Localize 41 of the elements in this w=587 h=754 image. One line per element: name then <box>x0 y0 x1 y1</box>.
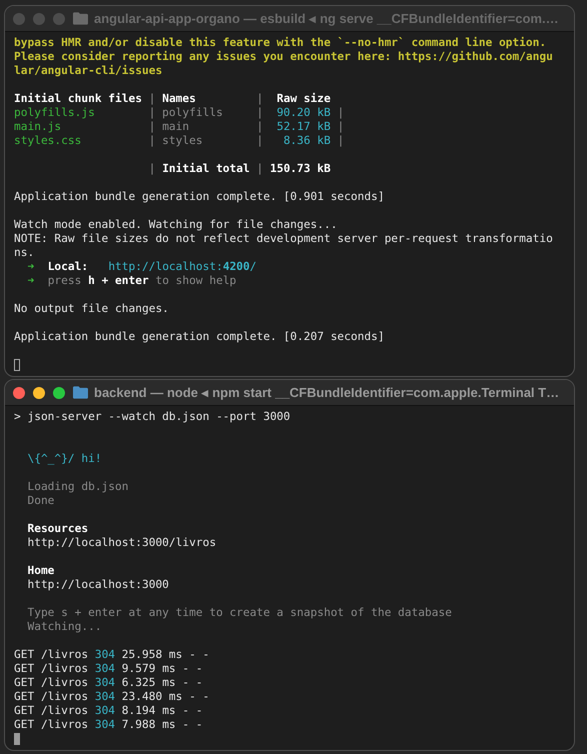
terminal-line: main.js | main | 52.17 kB | <box>14 120 346 134</box>
terminal-line: lar/angular-cli/issues <box>14 64 164 78</box>
terminal-line: http://localhost:3000/livros <box>26 536 218 550</box>
terminal-line: Loading db.json <box>26 480 130 494</box>
minimize-button[interactable] <box>33 386 45 398</box>
cursor <box>14 359 20 371</box>
terminal-line: GET /livros 304 8.194 ms - - <box>14 704 204 718</box>
terminal-line: GET /livros 304 23.480 ms - - <box>14 690 210 704</box>
terminal-line: GET /livros 304 9.579 ms - - <box>14 662 204 676</box>
terminal-line: GET /livros 304 7.988 ms - - <box>14 718 204 732</box>
terminal-line: ➜ press h + enter to show help <box>26 274 238 288</box>
terminal-line: NOTE: Raw file sizes do not reflect development server per-request transformatio <box>14 232 554 246</box>
zoom-button[interactable] <box>53 386 65 398</box>
folder-icon <box>73 386 88 399</box>
terminal-line: GET /livros 304 6.325 ms - - <box>14 676 204 690</box>
terminal-line: > json-server --watch db.json --port 3000 <box>14 410 292 424</box>
terminal-line: styles.css | styles | 8.36 kB | <box>14 134 346 148</box>
terminal-line: Watch mode enabled. Watching for file changes... <box>14 218 338 232</box>
terminal-line: bypass HMR and/or disable this feature with the `--no-hmr` command line option. <box>14 36 548 50</box>
terminal-line: Application bundle generation complete. [0.901 seconds] <box>14 190 386 204</box>
terminal-line: http://localhost:3000 <box>26 578 170 592</box>
terminal-line: Watching... <box>26 620 103 634</box>
terminal-line: Please consider reporting any issues you encounter here: https://github.com/angu <box>14 50 554 64</box>
window-title: backend — node ◂ npm start __CFBundleIdentifier=com.apple.Terminal T… <box>94 385 560 400</box>
terminal-line: Done <box>26 494 56 508</box>
terminal-line: Initial chunk files | Names | Raw size <box>14 92 332 106</box>
terminal-line: Application bundle generation complete. [0.207 seconds] <box>14 330 386 344</box>
close-button[interactable] <box>13 386 25 398</box>
terminal-line: No output file changes. <box>14 302 170 316</box>
window-title: angular-api-app-organo — esbuild ◂ ng serve __CFBundleIdentifier=com.… <box>94 11 559 26</box>
terminal-line: Type s + enter at any time to create a snapshot of the database <box>26 606 453 620</box>
folder-icon <box>73 12 88 25</box>
terminal-line: ns. <box>14 246 36 260</box>
terminal-line: | Initial total | 150.73 kB <box>148 162 332 176</box>
terminal-line: Home <box>26 564 56 578</box>
terminal-line: ➜ Local: http://localhost:4200/ <box>26 260 258 274</box>
terminal-line: Resources <box>26 522 90 536</box>
terminal-line: polyfills.js | polyfills | 90.20 kB | <box>14 106 346 120</box>
terminal-line: \{^_^}/ hi! <box>26 452 103 466</box>
terminal-line: GET /livros 304 25.958 ms - - <box>14 648 210 662</box>
cursor <box>14 733 20 745</box>
